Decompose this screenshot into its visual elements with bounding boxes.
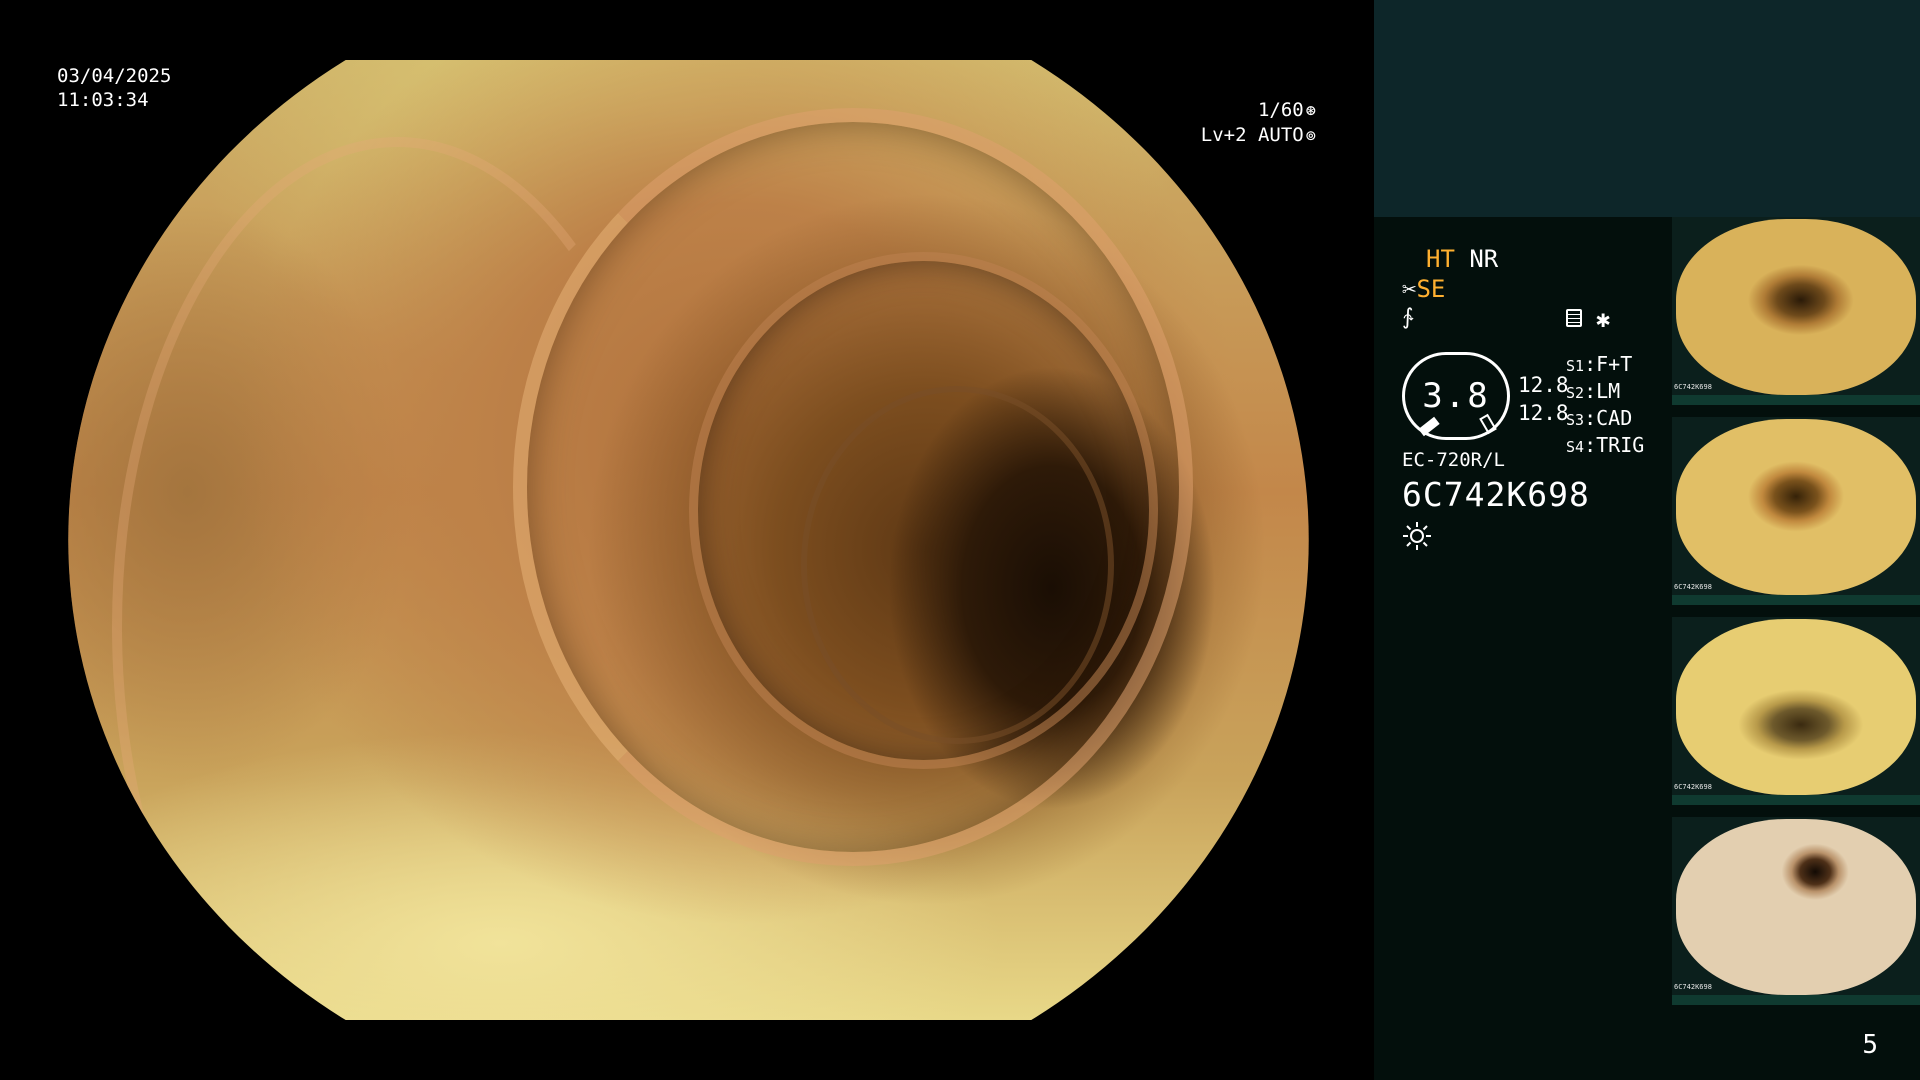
function-slots: S1:F+T S2:LM S3:CAD S4:TRIG: [1566, 352, 1644, 460]
thumbnail-serial: 6C742K698: [1674, 983, 1712, 991]
gauge-readouts: 12.8 12.8: [1518, 371, 1569, 427]
gauge-readout: 12.8: [1518, 401, 1569, 425]
thumbnail[interactable]: 6C742K698: [1672, 617, 1920, 805]
thumbnail[interactable]: 6C742K698: [1672, 417, 1920, 605]
gauge-tick-left: [1418, 416, 1440, 437]
slot-s1: S1:F+T: [1566, 352, 1633, 376]
camera-settings: 1/60 ⊛ Lv+2 AUTO ⊚: [1201, 98, 1316, 148]
gauge-tick-right: [1479, 413, 1497, 435]
shutter-icon: ⊛: [1305, 101, 1316, 121]
thumbnail[interactable]: 6C742K698: [1672, 817, 1920, 1005]
mode-se: ✂SE: [1402, 275, 1445, 303]
shutter-speed: 1/60: [1257, 99, 1304, 121]
exam-date: 03/04/2025: [57, 65, 172, 87]
slot-s3: S3:CAD: [1566, 406, 1633, 430]
scope-model: EC-720R/L: [1402, 449, 1505, 471]
slot-s4: S4:TRIG: [1566, 433, 1645, 457]
nr-label: NR: [1469, 245, 1499, 273]
endoscope-view: [68, 60, 1309, 1020]
thumbnail-image: [1676, 619, 1916, 795]
gauge-readout: 12.8: [1518, 373, 1569, 397]
menu-icon: [1566, 309, 1582, 327]
iris-setting: Lv+2 AUTO: [1200, 124, 1304, 146]
thumbnail-image: [1676, 419, 1916, 595]
ht-label: HT: [1426, 245, 1455, 273]
page-number: 5: [1862, 1030, 1878, 1060]
exam-time: 11:03:34: [57, 89, 149, 111]
wave-icon: ∱: [1402, 305, 1414, 330]
light-icon: [1403, 522, 1431, 550]
datetime-overlay: 03/04/2025 11:03:34: [57, 64, 171, 112]
thumbnail[interactable]: 6C742K698: [1672, 217, 1920, 405]
slot-s2: S2:LM: [1566, 379, 1621, 403]
mucosal-fold: [801, 386, 1114, 744]
thumbnail-image: [1676, 819, 1916, 995]
thumbnail-serial: 6C742K698: [1674, 583, 1712, 591]
scope-serial: 6C742K698: [1402, 475, 1590, 514]
thumbnail-image: [1676, 219, 1916, 395]
thumbnail-serial: 6C742K698: [1674, 383, 1712, 391]
asterisk-icon: ✱: [1596, 305, 1611, 333]
mode-ht-nr: HT NR: [1426, 245, 1498, 273]
side-header-band: [1374, 0, 1920, 217]
scissors-icon: ✂: [1402, 275, 1417, 303]
iris-icon: ⊚: [1305, 126, 1316, 146]
gauge-value: 3.8: [1422, 376, 1490, 416]
thumbnail-strip: 6C742K698 6C742K698 6C742K698 6C742K698: [1672, 217, 1920, 1017]
thumbnail-serial: 6C742K698: [1674, 783, 1712, 791]
gauge: 3.8: [1402, 352, 1510, 440]
se-label: SE: [1416, 275, 1446, 303]
